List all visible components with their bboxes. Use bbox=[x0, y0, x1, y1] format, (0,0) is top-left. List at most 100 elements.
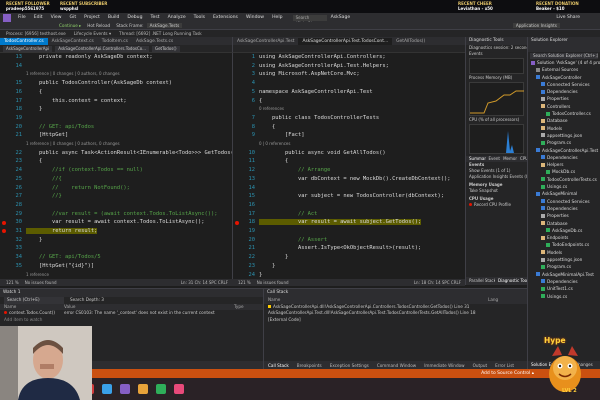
diag-tab-memory[interactable]: Memory bbox=[500, 156, 517, 162]
editor-tab[interactable]: TodosController.cs bbox=[0, 38, 48, 45]
callstack-row[interactable]: [External Code] bbox=[264, 317, 527, 324]
solution-item[interactable]: Models bbox=[528, 250, 600, 257]
editor-tab[interactable]: AskSage.Tests.cs bbox=[131, 38, 178, 45]
stack-frame-dropdown[interactable]: AskSage.Tests bbox=[146, 23, 183, 28]
app-insights-events[interactable]: Application Insights Events (0) bbox=[466, 174, 527, 180]
solution-item[interactable]: AskSageController bbox=[528, 75, 600, 82]
solution-item[interactable]: AskSageMinimalApi.Test bbox=[528, 272, 600, 279]
zoom-level[interactable]: 121 % bbox=[238, 280, 251, 285]
solution-item[interactable]: External Sources bbox=[528, 67, 600, 74]
editor-tab[interactable]: AskSageControllerApi.Test bbox=[233, 38, 299, 45]
diag-tab-cpu[interactable]: CPU bbox=[517, 156, 527, 162]
solution-item[interactable]: AskSageMinimal bbox=[528, 191, 600, 198]
events-timeline[interactable] bbox=[469, 58, 524, 74]
codelens-text[interactable]: 0 | 0 references bbox=[259, 141, 290, 146]
right-code-editor[interactable]: 1 using AskSageControllerApi.Controllers;… bbox=[232, 53, 465, 279]
issues-indicator[interactable]: No issues found bbox=[25, 280, 57, 285]
nav-dropdown[interactable]: AskSageControllerApi bbox=[3, 45, 53, 52]
menu-item-view[interactable]: View bbox=[47, 15, 66, 20]
taskbar-app-icon[interactable] bbox=[138, 384, 148, 394]
solution-item[interactable]: Dependencies bbox=[528, 155, 600, 162]
menu-item-extensions[interactable]: Extensions bbox=[209, 15, 242, 20]
continue-button[interactable]: Continue ▸ bbox=[56, 23, 84, 28]
tab-parallel-stacks[interactable]: Parallel Stacks bbox=[466, 278, 495, 284]
menu-item-build[interactable]: Build bbox=[104, 15, 124, 20]
tab-breakpoints[interactable]: Breakpoints bbox=[293, 363, 326, 368]
solution-item[interactable]: Usings.cs bbox=[528, 184, 600, 191]
watch-row[interactable]: context.Todos.Count() error CS0103: The … bbox=[0, 310, 263, 317]
solution-item[interactable]: Program.cs bbox=[528, 140, 600, 147]
diag-tab-events[interactable]: Events bbox=[486, 156, 501, 162]
codelens-text[interactable]: 1 reference | 0 changes | 0 authors, 0 c… bbox=[26, 141, 120, 146]
column-lang[interactable]: Lang bbox=[488, 297, 498, 304]
solution-item[interactable]: Controllers bbox=[528, 104, 600, 111]
codelens-text[interactable]: 0 references bbox=[259, 106, 284, 111]
solution-item[interactable]: Connected Services bbox=[528, 82, 600, 89]
tab-immediate-window[interactable]: Immediate Window bbox=[420, 363, 468, 368]
live-share-button[interactable]: Live Share bbox=[556, 13, 580, 22]
cpu-graph[interactable] bbox=[469, 124, 524, 154]
solution-item[interactable]: TodoEndpoints.cs bbox=[528, 242, 600, 249]
taskbar-app-icon[interactable] bbox=[174, 384, 184, 394]
add-watch-item[interactable]: Add item to watch bbox=[0, 317, 263, 324]
solution-item[interactable]: Connected Services bbox=[528, 199, 600, 206]
menu-item-file[interactable]: File bbox=[14, 15, 30, 20]
solution-item[interactable]: Properties bbox=[528, 96, 600, 103]
menu-item-help[interactable]: Help bbox=[268, 15, 286, 20]
add-to-source-control-button[interactable]: Add to Source Control ▴ bbox=[481, 369, 534, 378]
zoom-level[interactable]: 121 % bbox=[6, 280, 19, 285]
hot-reload-button[interactable]: Hot Reload bbox=[84, 23, 113, 28]
search-input[interactable]: Search (Ctrl+Q) bbox=[292, 14, 327, 26]
taskbar-visual-studio-icon[interactable] bbox=[120, 384, 130, 394]
solution-item[interactable]: Dependencies bbox=[528, 89, 600, 96]
solution-item[interactable]: Database bbox=[528, 118, 600, 125]
record-cpu-profile-button[interactable]: Record CPU Profile bbox=[466, 202, 527, 208]
issues-indicator[interactable]: No issues found bbox=[257, 280, 289, 285]
menu-item-analyze[interactable]: Analyze bbox=[164, 15, 190, 20]
solution-item[interactable]: AskSageControllerApi.Test bbox=[528, 148, 600, 155]
tab-error-list[interactable]: Error List bbox=[491, 363, 518, 368]
menu-item-project[interactable]: Project bbox=[80, 15, 104, 20]
editor-tab[interactable]: AskSageContext.cs bbox=[47, 38, 98, 45]
solution-item[interactable]: UnitTest1.cs bbox=[528, 286, 600, 293]
solution-item[interactable]: Program.cs bbox=[528, 264, 600, 271]
solution-item[interactable]: Properties bbox=[528, 213, 600, 220]
thread-dropdown[interactable]: Thread: [6692] .NET Long Running Task bbox=[119, 31, 202, 36]
menu-item-edit[interactable]: Edit bbox=[30, 15, 47, 20]
tab-output[interactable]: Output bbox=[469, 363, 492, 368]
solution-item[interactable]: appsettings.json bbox=[528, 257, 600, 264]
solution-item[interactable]: Solution 'AskSage' (4 of 4 projects) bbox=[528, 60, 600, 67]
breakpoint-icon[interactable] bbox=[2, 220, 6, 225]
menu-item-tools[interactable]: Tools bbox=[190, 15, 209, 20]
solution-item[interactable]: TodosControllerTests.cs bbox=[528, 177, 600, 184]
nav-dropdown[interactable]: AskSageControllerApi.Controllers.TodosCo… bbox=[55, 45, 149, 52]
solution-item[interactable]: Database bbox=[528, 221, 600, 228]
menu-item-git[interactable]: Git bbox=[66, 15, 81, 20]
menu-item-test[interactable]: Test bbox=[147, 15, 164, 20]
codelens-text[interactable]: 1 reference bbox=[26, 272, 49, 277]
solution-item[interactable]: Models bbox=[528, 126, 600, 133]
menu-item-debug[interactable]: Debug bbox=[123, 15, 146, 20]
editor-tab[interactable]: AskSageControllerApi.Test.TodosCont... bbox=[298, 38, 393, 45]
menu-item-window[interactable]: Window bbox=[242, 15, 268, 20]
app-insights-dropdown[interactable]: Application Insights bbox=[512, 23, 560, 28]
solution-item[interactable]: Endpoints bbox=[528, 235, 600, 242]
solution-search-input[interactable]: Search Solution Explorer (Ctrl+;) bbox=[530, 53, 598, 59]
solution-item[interactable]: appsettings.json bbox=[528, 133, 600, 140]
process-dropdown[interactable]: Process: [6956] testhost.exe bbox=[6, 31, 66, 36]
solution-item[interactable]: MockDb.cs bbox=[528, 169, 600, 176]
tab-call-stack[interactable]: Call Stack bbox=[264, 363, 293, 368]
breakpoint-icon[interactable] bbox=[235, 220, 239, 225]
nav-dropdown[interactable]: GetTodos() bbox=[151, 45, 180, 52]
solution-item[interactable]: Dependencies bbox=[528, 206, 600, 213]
taskbar-app-icon[interactable] bbox=[102, 384, 112, 394]
codelens-text[interactable]: 1 reference | 0 changes | 0 authors, 0 c… bbox=[26, 71, 120, 76]
tab-exception-settings[interactable]: Exception Settings bbox=[326, 363, 373, 368]
solution-item[interactable]: Usings.cs bbox=[528, 294, 600, 301]
solution-item[interactable]: Dependencies bbox=[528, 279, 600, 286]
editor-tab[interactable]: GetAllTodos() bbox=[392, 38, 430, 45]
editor-tab[interactable]: TodoItem.cs bbox=[97, 38, 132, 45]
solution-item[interactable]: Helpers bbox=[528, 162, 600, 169]
solution-item[interactable]: AskSageDb.cs bbox=[528, 228, 600, 235]
solution-item[interactable]: TodosController.cs bbox=[528, 111, 600, 118]
